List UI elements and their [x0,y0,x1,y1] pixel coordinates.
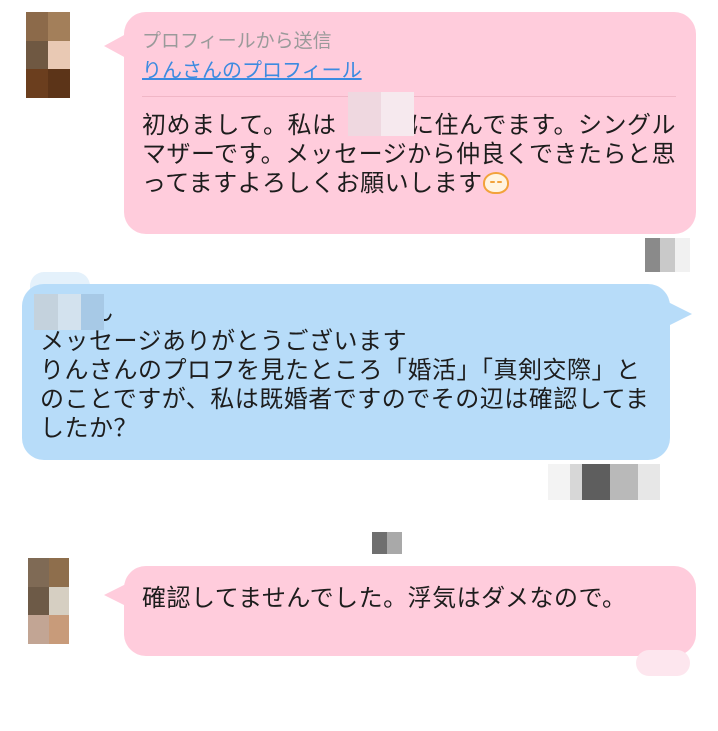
message-bubble-outgoing: さん メッセージありがとうございます りんさんのプロフを見たところ「婚活」「真剣… [22,284,692,460]
profile-link[interactable]: りんさんのプロフィール [142,56,362,84]
message-bubble-incoming: 確認してませんでした。浮気はダメなので。 [104,566,696,656]
read-status-mosaic [630,238,690,272]
bowing-emoji-icon [482,172,509,194]
redaction-mosaic [34,294,104,330]
message-bubble-incoming: プロフィールから送信 りんさんのプロフィール 初めまして。私は 市に住んでます。… [104,12,696,234]
message-text: 確認してませんでした。浮気はダメなので。 [142,584,627,612]
redaction-mosaic [348,92,414,136]
chat-thread: プロフィールから送信 りんさんのプロフィール 初めまして。私は 市に住んでます。… [0,0,718,731]
message-source-label: プロフィールから送信 [142,30,332,52]
message-text: さん メッセージありがとうございます りんさんのプロフを見たところ「婚活」「真剣… [40,298,650,442]
read-status-mosaic [548,464,660,500]
partner-avatar[interactable] [28,558,90,644]
mosaic-patch [636,650,690,676]
mosaic-patch [372,532,402,554]
partner-avatar[interactable] [26,12,92,98]
